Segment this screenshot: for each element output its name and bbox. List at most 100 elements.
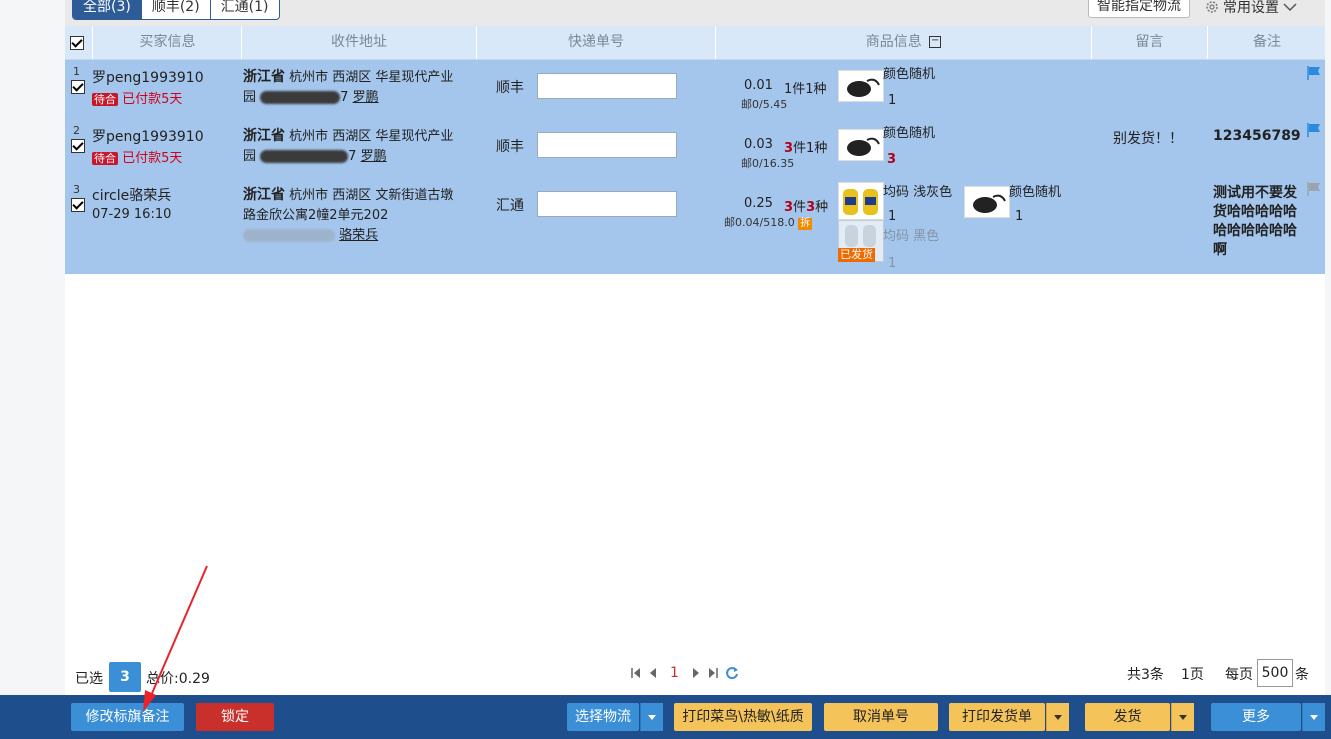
carrier-name: 顺丰 <box>496 80 524 96</box>
province: 浙江省 <box>243 69 285 85</box>
smart-logistics-button[interactable]: 智能指定物流 <box>1088 0 1190 18</box>
split-badge: 拆 <box>798 218 813 230</box>
table-header: 买家信息 收件地址 快递单号 商品信息 − 留言 备注 <box>65 26 1325 60</box>
product-thumbnail[interactable] <box>838 182 884 220</box>
ship-button[interactable]: 发货 <box>1085 703 1170 731</box>
buyer-name[interactable]: 罗peng1993910 <box>92 67 204 87</box>
order-price: 0.03 <box>744 137 773 152</box>
common-settings-menu[interactable]: 常用设置 <box>1205 0 1297 17</box>
tracking-input[interactable] <box>537 191 677 217</box>
col-goods: 商品信息 − <box>715 26 1091 59</box>
select-all-cell <box>65 26 92 59</box>
right-gutter <box>1325 0 1331 695</box>
lock-button[interactable]: 锁定 <box>196 703 274 731</box>
receiver-name[interactable]: 罗鹏 <box>361 149 387 164</box>
item-kind-unit: 种 <box>815 200 829 215</box>
receiver-name[interactable]: 罗鹏 <box>353 90 379 105</box>
total-records: 共3条 <box>1127 667 1164 683</box>
item-count: 1件1种 <box>784 82 827 97</box>
ship-dropdown[interactable] <box>1171 703 1194 731</box>
print-invoice-dropdown[interactable] <box>1046 703 1069 731</box>
province: 浙江省 <box>243 187 285 203</box>
buyer-name[interactable]: circle骆荣兵 <box>92 185 171 205</box>
more-button[interactable]: 更多 <box>1211 703 1301 731</box>
order-price: 0.01 <box>744 78 773 93</box>
item-qty: 3 <box>887 152 897 167</box>
address: 浙江省 杭州市 西湖区 华星现代产业 园 7 罗鹏 <box>243 126 483 167</box>
table-row[interactable]: 1 罗peng1993910 待合 已付款5天 浙江省 杭州市 西湖区 华星现代… <box>65 60 1325 118</box>
address-line: 杭州市 西湖区 文新街道古墩 <box>289 188 454 203</box>
more-dropdown[interactable] <box>1302 703 1325 731</box>
table-row[interactable]: 3 circle骆荣兵 07-29 16:10 浙江省 杭州市 西湖区 文新街道… <box>65 176 1325 274</box>
product-thumbnail[interactable] <box>838 70 884 102</box>
per-page-input[interactable]: 500 <box>1257 659 1293 687</box>
mouse-product-icon <box>847 78 880 97</box>
order-remark: 测试用不要发货哈哈哈哈哈哈哈哈哈哈哈啊 <box>1213 185 1297 258</box>
choose-logistics-button[interactable]: 选择物流 <box>567 703 639 731</box>
carrier-name: 顺丰 <box>496 139 524 155</box>
collapse-icon[interactable]: − <box>929 36 942 48</box>
shipping-cost: 邮0/5.45 <box>741 98 788 111</box>
tracking-input[interactable] <box>537 73 677 99</box>
redacted-phone <box>260 150 349 163</box>
row-number: 3 <box>73 183 80 196</box>
address: 浙江省 杭州市 西湖区 文新街道古墩 路金欣公寓2幢2单元202 骆荣兵 <box>243 185 483 246</box>
refresh-icon[interactable] <box>725 666 739 680</box>
product-thumbnail[interactable] <box>964 186 1010 218</box>
row-checkbox[interactable] <box>71 139 85 153</box>
tab-huitong[interactable]: 汇通(1) <box>209 0 279 19</box>
select-all-checkbox[interactable] <box>70 36 84 50</box>
product-thumbnail[interactable] <box>838 129 884 161</box>
item-qty: 1 <box>1015 209 1024 224</box>
item-kind-number: 3 <box>806 200 816 215</box>
item-count: 3件1种 <box>784 137 827 156</box>
flag-icon[interactable] <box>1307 123 1321 137</box>
item-qty: 1 <box>888 256 897 271</box>
receiver-name[interactable]: 骆荣兵 <box>339 228 378 243</box>
flag-icon[interactable] <box>1307 182 1321 196</box>
flag-icon[interactable] <box>1307 66 1321 80</box>
address-mid: 7 <box>348 149 357 164</box>
row-checkbox[interactable] <box>71 80 85 94</box>
carrier-tabs: 全部(3) 顺丰(2) 汇通(1) <box>72 0 280 20</box>
tab-all[interactable]: 全部(3) <box>73 0 141 19</box>
prev-page-icon[interactable] <box>648 666 658 680</box>
print-invoice-button[interactable]: 打印发货单 <box>949 703 1045 731</box>
item-name: 颜色随机 <box>1009 185 1062 200</box>
col-goods-label: 商品信息 <box>865 34 922 50</box>
col-address: 收件地址 <box>241 26 476 59</box>
row-number: 1 <box>73 65 80 78</box>
item-qty: 1 <box>888 93 897 108</box>
table-row[interactable]: 2 罗peng1993910 待合 已付款5天 浙江省 杭州市 西湖区 华星现代… <box>65 118 1325 176</box>
order-remark: 123456789 <box>1213 128 1301 144</box>
shipping-cost: 邮0.04/518.0 拆 <box>724 214 813 230</box>
address-prefix: 园 <box>243 90 257 105</box>
action-bar: 修改标旗备注 锁定 选择物流 打印菜鸟\热敏\纸质 取消单号 打印发货单 发货 … <box>0 695 1331 739</box>
tab-sf[interactable]: 顺丰(2) <box>140 0 210 19</box>
tracking-input[interactable] <box>537 132 677 158</box>
common-settings-label: 常用设置 <box>1223 0 1279 16</box>
choose-logistics-dropdown[interactable] <box>640 703 663 731</box>
current-page: 1 <box>670 665 679 681</box>
gloves-product-icon <box>843 189 878 215</box>
selected-count: 3 <box>109 662 141 692</box>
item-count: 3件3种 <box>784 196 828 215</box>
pending-merge-tag: 待合 <box>92 93 118 106</box>
buyer-name[interactable]: 罗peng1993910 <box>92 126 204 146</box>
carrier-name: 汇通 <box>496 198 524 214</box>
first-page-icon[interactable] <box>630 666 642 680</box>
gloves-product-icon <box>845 225 876 247</box>
edit-flag-remark-button[interactable]: 修改标旗备注 <box>71 703 184 731</box>
col-buyer: 买家信息 <box>92 26 242 59</box>
next-page-icon[interactable] <box>691 666 701 680</box>
buyer-message: 别发货！！ <box>1113 131 1183 147</box>
row-checkbox[interactable] <box>71 198 85 212</box>
address-line-2: 路金欣公寓2幢2单元202 <box>243 208 389 223</box>
selection-footer: 已选 3 总价:0.29 1 共3条 1页 每页 500 条 <box>65 659 1325 692</box>
pending-merge-tag: 待合 <box>92 152 118 165</box>
print-waybill-button[interactable]: 打印菜鸟\热敏\纸质 <box>674 703 812 731</box>
province: 浙江省 <box>243 128 285 144</box>
total-pages: 1页 <box>1181 667 1204 683</box>
last-page-icon[interactable] <box>707 666 719 680</box>
cancel-number-button[interactable]: 取消单号 <box>824 703 938 731</box>
